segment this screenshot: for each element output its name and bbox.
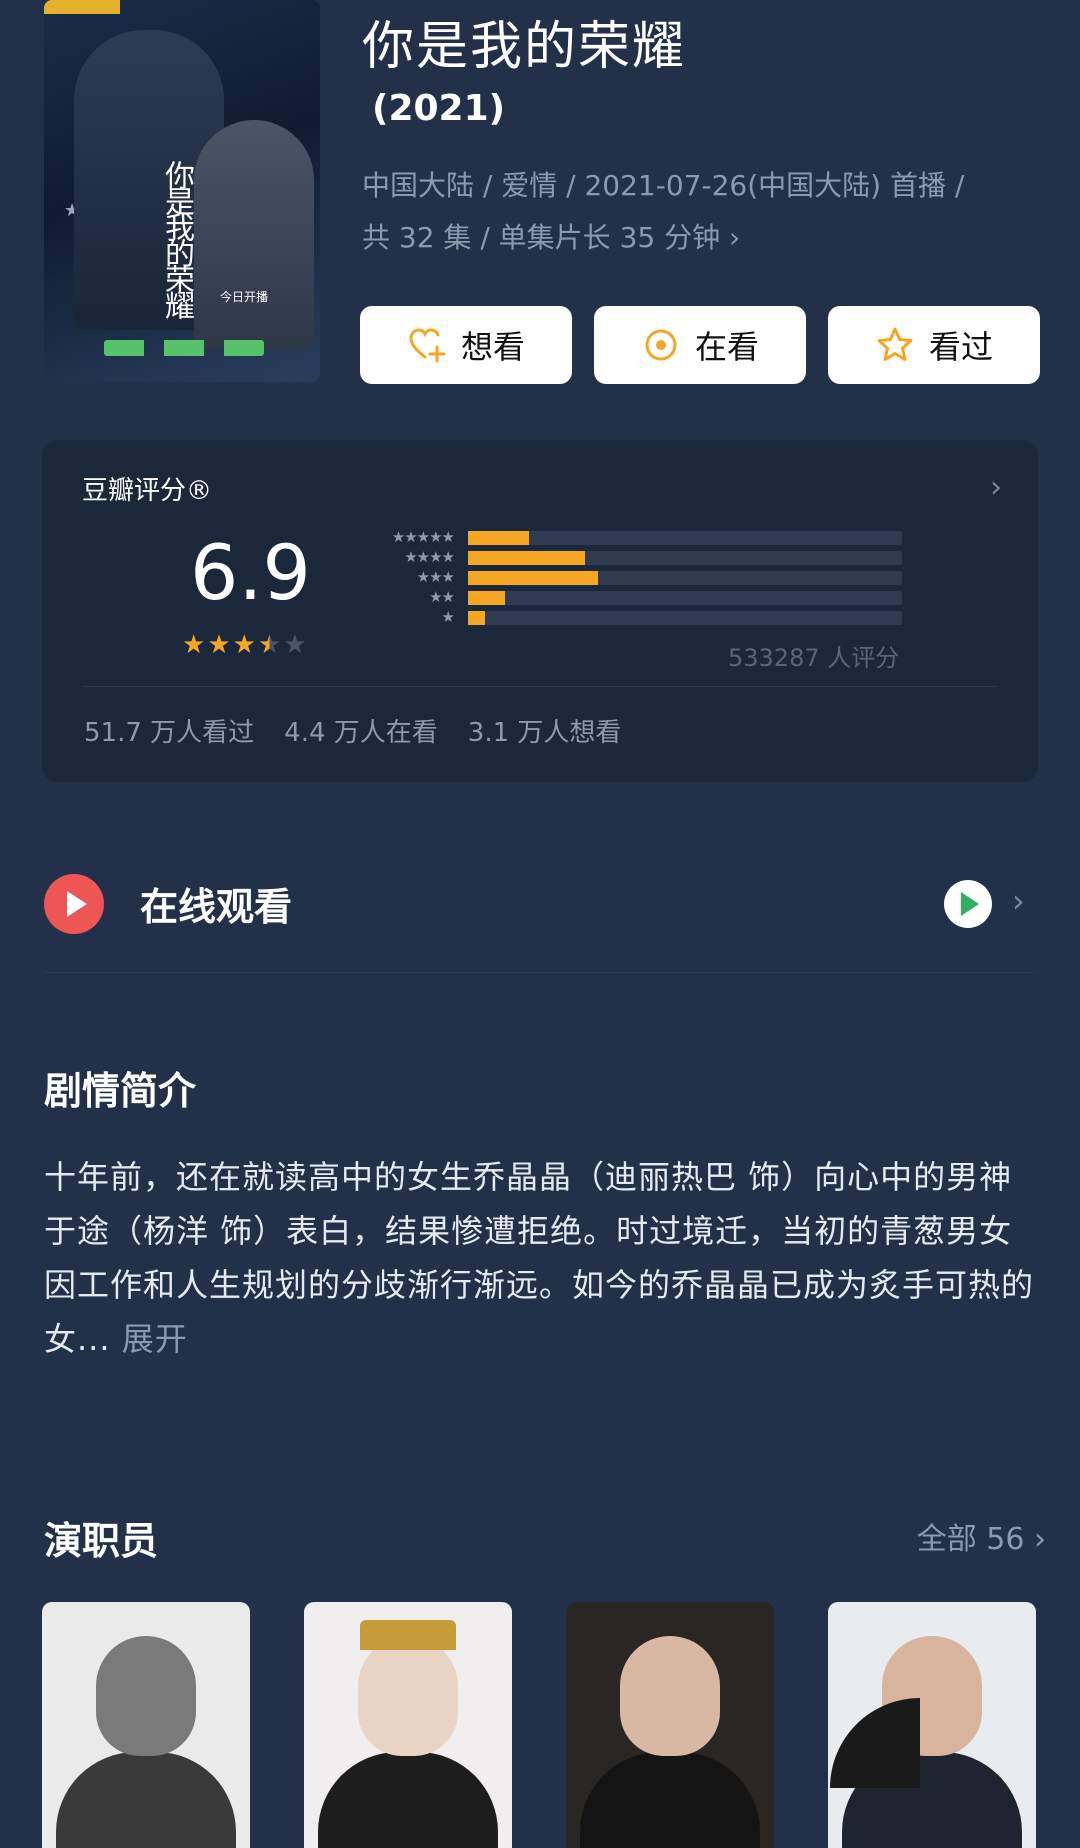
cast-card[interactable] — [42, 1602, 250, 1848]
want-to-watch-button[interactable]: 想看 — [360, 306, 572, 384]
distribution-stars-label: ★★★★★ — [391, 528, 455, 546]
synopsis-body: 十年前，还在就读高中的女生乔晶晶（迪丽热巴 饰）向心中的男神于途（杨洋 饰）表白… — [44, 1158, 1035, 1358]
distribution-stars-label: ★★★ — [416, 568, 455, 586]
platform-badge — [44, 0, 120, 14]
cast-photo-head — [620, 1636, 720, 1756]
synopsis-title: 剧情简介 — [44, 1069, 197, 1113]
meta-line-1: 中国大陆 / 爱情 / 2021-07-26(中国大陆) 首播 / — [362, 169, 965, 202]
crown-icon — [360, 1620, 456, 1650]
watching-label: 在看 — [694, 328, 759, 366]
play-icon — [44, 874, 104, 934]
watch-stats: 51.7 万人看过 4.4 万人在看 3.1 万人想看 — [84, 712, 621, 749]
cast-photo — [580, 1752, 760, 1848]
want-count: 3.1 万人想看 — [467, 718, 622, 748]
divider — [82, 686, 998, 687]
cast-title: 演职员 — [44, 1519, 159, 1563]
cast-view-all-link[interactable]: 全部 56 › — [917, 1514, 1046, 1558]
distribution-stars-label: ★ — [441, 608, 455, 626]
action-buttons: 想看 在看 看过 — [360, 306, 1040, 384]
movie-detail-page: ★ ★ ★ 你是我的荣耀 今日开播 你是我的荣耀 (2021) 中国大陆 / 爱… — [0, 0, 1080, 1848]
distribution-bar — [468, 551, 586, 565]
chevron-right-icon: › — [1012, 882, 1025, 920]
distribution-stars-label: ★★★★ — [404, 548, 455, 566]
poster-figure-female — [194, 120, 314, 350]
movie-title: 你是我的荣耀 — [362, 17, 687, 77]
divider — [44, 972, 1038, 973]
cast-list — [42, 1602, 1036, 1848]
watched-button[interactable]: 看过 — [828, 306, 1040, 384]
want-to-watch-label: 想看 — [460, 328, 525, 366]
heart-plus-icon — [409, 328, 446, 363]
distribution-bar — [468, 611, 486, 625]
rating-count: 533287 人评分 — [728, 644, 900, 672]
watch-online-row[interactable]: 在线观看 › — [44, 872, 1040, 934]
movie-poster[interactable]: ★ ★ ★ 你是我的荣耀 今日开播 — [44, 0, 320, 382]
distribution-stars-label: ★★ — [429, 588, 455, 606]
cast-photo — [318, 1752, 498, 1848]
rating-label: 豆瓣评分® — [82, 476, 213, 506]
cast-photo — [56, 1752, 236, 1848]
meta-line-2: 共 32 集 / 单集片长 35 分钟 › — [362, 221, 741, 254]
rating-star-icon: ★ — [283, 630, 307, 660]
poster-sponsor-logos — [104, 340, 264, 356]
cast-card[interactable] — [566, 1602, 774, 1848]
tencent-video-icon[interactable] — [944, 880, 992, 928]
distribution-bar — [468, 531, 529, 545]
distribution-track — [468, 571, 902, 585]
expand-link[interactable]: 展开 — [122, 1320, 188, 1358]
watch-online-label: 在线观看 — [140, 885, 293, 929]
rating-star-icon: ★ — [207, 630, 231, 660]
rating-star-icon: ★ — [232, 630, 256, 660]
fan-icon — [830, 1698, 920, 1788]
cast-photo-head — [96, 1636, 196, 1756]
rating-star-icon: ★ — [182, 630, 206, 660]
synopsis-text: 十年前，还在就读高中的女生乔晶晶（迪丽热巴 饰）向心中的男神于途（杨洋 饰）表白… — [44, 1150, 1044, 1366]
movie-meta[interactable]: 中国大陆 / 爱情 / 2021-07-26(中国大陆) 首播 / 共 32 集… — [362, 160, 1042, 264]
star-outline-icon — [877, 327, 913, 361]
distribution-bar — [468, 571, 599, 585]
distribution-track — [468, 531, 902, 545]
rating-stars: ★ ★ ★ ★ ★ — [182, 630, 307, 660]
target-circle-icon — [645, 329, 677, 361]
watched-count: 51.7 万人看过 — [84, 718, 255, 748]
rating-score: 6.9 — [190, 528, 311, 617]
distribution-track — [468, 551, 902, 565]
watched-label: 看过 — [928, 328, 993, 366]
watching-button[interactable]: 在看 — [594, 306, 806, 384]
distribution-bar — [468, 591, 505, 605]
cast-card[interactable] — [828, 1602, 1036, 1848]
douban-rating-card[interactable]: 豆瓣评分® › 6.9 ★ ★ ★ ★ ★ ★★★★★ ★★★★ ★★★ ★★ ★ 533287… — [42, 440, 1038, 782]
watching-count: 4.4 万人在看 — [284, 718, 438, 748]
poster-calligraphy-title: 你是我的荣耀 — [159, 160, 194, 316]
poster-open-today: 今日开播 — [220, 290, 269, 304]
distribution-track — [468, 591, 902, 605]
chevron-right-icon: › — [990, 470, 1002, 505]
cast-card[interactable] — [304, 1602, 512, 1848]
movie-year: (2021) — [372, 88, 506, 129]
distribution-track — [468, 611, 902, 625]
rating-star-icon: ★ — [257, 630, 282, 660]
cast-photo-head — [358, 1636, 458, 1756]
